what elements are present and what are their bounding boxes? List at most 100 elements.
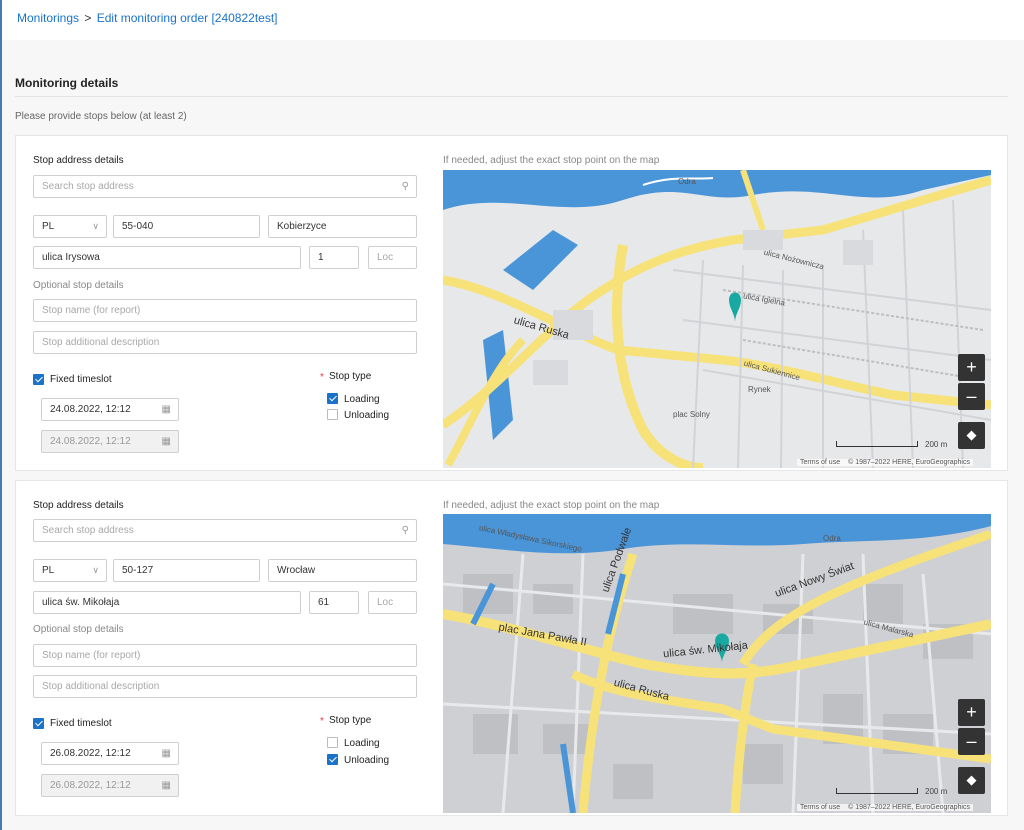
loading-label: Loading [344,394,380,405]
search-icon: ⚲ [401,525,409,536]
country-select[interactable]: PL ∨ [33,215,107,238]
layers-button[interactable]: ◆ [958,422,985,449]
required-asterisk: * [320,716,324,727]
country-value: PL [42,221,55,232]
section-title: Monitoring details [15,76,119,90]
search-icon: ⚲ [401,181,409,192]
search-placeholder: Search stop address [42,525,134,536]
zoom-out-icon: – [966,386,977,406]
stops-hint: Please provide stops below (at least 2) [15,111,187,122]
unloading-checkbox[interactable] [327,754,338,765]
section-divider [15,96,1008,97]
search-stop-address-input[interactable]: Search stop address ⚲ [33,175,417,198]
calendar-icon: ▦ [161,404,171,415]
loc-input[interactable]: Loc [368,591,417,614]
fixed-timeslot-checkbox[interactable] [33,718,44,729]
map-river-label: Odra [823,534,841,543]
map-scale-label: 200 m [925,787,948,796]
map-street-label: plac Solny [673,410,710,419]
number-input[interactable]: 61 [309,591,359,614]
layers-icon: ◆ [966,772,977,787]
stop-type-label: Stop type [329,715,372,726]
calendar-icon: ▦ [161,748,171,759]
map-canvas[interactable] [443,514,991,813]
layers-icon: ◆ [966,427,977,442]
terms-of-use-link[interactable]: Terms of use [800,804,840,811]
date-to-input: 24.08.2022, 12:12 ▦ [41,430,179,453]
zoom-in-icon: + [966,702,977,722]
postal-code-input[interactable]: 50-127 [113,559,260,582]
stop-description-input[interactable]: Stop additional description [33,675,417,698]
country-value: PL [42,565,55,576]
city-input[interactable]: Kobierzyce [268,215,417,238]
map-attribution: Terms of use © 1987–2022 HERE, EuroGeogra… [797,459,973,466]
zoom-in-button[interactable]: + [958,354,985,381]
street-input[interactable]: ulica Irysowa [33,246,301,269]
fixed-timeslot-checkbox[interactable] [33,374,44,385]
breadcrumb-separator: > [84,11,92,25]
loading-checkbox[interactable] [327,737,338,748]
chevron-down-icon: ∨ [92,221,99,231]
stop-card-1: Stop address details Search stop address… [15,135,1008,471]
fixed-timeslot-label: Fixed timeslot [50,374,112,385]
unloading-label: Unloading [344,410,390,421]
zoom-in-icon: + [966,357,977,377]
stop-name-input[interactable]: Stop name (for report) [33,644,417,667]
date-to-value: 26.08.2022, 12:12 [50,780,131,791]
calendar-icon: ▦ [161,780,171,791]
country-select[interactable]: PL ∨ [33,559,107,582]
zoom-out-button[interactable]: – [958,383,985,410]
stop-card-2: Stop address details Search stop address… [15,480,1008,816]
unloading-label: Unloading [344,755,390,766]
loc-input[interactable]: Loc [368,246,417,269]
date-from-value: 26.08.2022, 12:12 [50,748,131,759]
required-asterisk: * [320,372,324,383]
date-to-value: 24.08.2022, 12:12 [50,436,131,447]
date-from-input[interactable]: 26.08.2022, 12:12 ▦ [41,742,179,765]
date-to-input: 26.08.2022, 12:12 ▦ [41,774,179,797]
map-scale-label: 200 m [925,440,948,449]
search-stop-address-input[interactable]: Search stop address ⚲ [33,519,417,542]
unloading-checkbox[interactable] [327,409,338,420]
loading-checkbox[interactable] [327,393,338,404]
stop-map[interactable]: plac Jana Pawła II ulica Ruska ulica św.… [443,514,991,813]
stop-address-title: Stop address details [33,155,124,166]
number-input[interactable]: 1 [309,246,359,269]
optional-details-title: Optional stop details [33,624,124,635]
chevron-down-icon: ∨ [92,565,99,575]
fixed-timeslot-label: Fixed timeslot [50,718,112,729]
date-from-value: 24.08.2022, 12:12 [50,404,131,415]
stop-address-title: Stop address details [33,500,124,511]
stop-map[interactable]: ulica Ruska Odra ulica Nożownicza ulica … [443,170,991,468]
loading-label: Loading [344,738,380,749]
window-left-border [0,0,2,830]
breadcrumb: Monitorings > Edit monitoring order [240… [17,11,278,25]
zoom-out-button[interactable]: – [958,728,985,755]
calendar-icon: ▦ [161,436,171,447]
stop-name-input[interactable]: Stop name (for report) [33,299,417,322]
street-input[interactable]: ulica św. Mikołaja [33,591,301,614]
breadcrumb-monitorings-link[interactable]: Monitorings [17,11,79,25]
map-attribution: Terms of use © 1987–2022 HERE, EuroGeogra… [797,804,973,811]
search-placeholder: Search stop address [42,181,134,192]
map-street-label: Rynek [748,385,771,394]
top-bar: Monitorings > Edit monitoring order [240… [2,0,1024,40]
map-scale-bar [836,441,918,447]
map-scale-bar [836,788,918,794]
stop-type-label: Stop type [329,371,372,382]
terms-of-use-link[interactable]: Terms of use [800,459,840,466]
layers-button[interactable]: ◆ [958,767,985,794]
city-input[interactable]: Wrocław [268,559,417,582]
map-river-label: Odra [678,177,696,186]
map-hint: If needed, adjust the exact stop point o… [443,500,660,511]
zoom-in-button[interactable]: + [958,699,985,726]
map-copyright: © 1987–2022 HERE, EuroGeographics [848,459,970,466]
map-copyright: © 1987–2022 HERE, EuroGeographics [848,804,970,811]
zoom-out-icon: – [966,731,977,751]
map-hint: If needed, adjust the exact stop point o… [443,155,660,166]
postal-code-input[interactable]: 55-040 [113,215,260,238]
optional-details-title: Optional stop details [33,280,124,291]
date-from-input[interactable]: 24.08.2022, 12:12 ▦ [41,398,179,421]
breadcrumb-current[interactable]: Edit monitoring order [240822test] [97,11,278,25]
stop-description-input[interactable]: Stop additional description [33,331,417,354]
